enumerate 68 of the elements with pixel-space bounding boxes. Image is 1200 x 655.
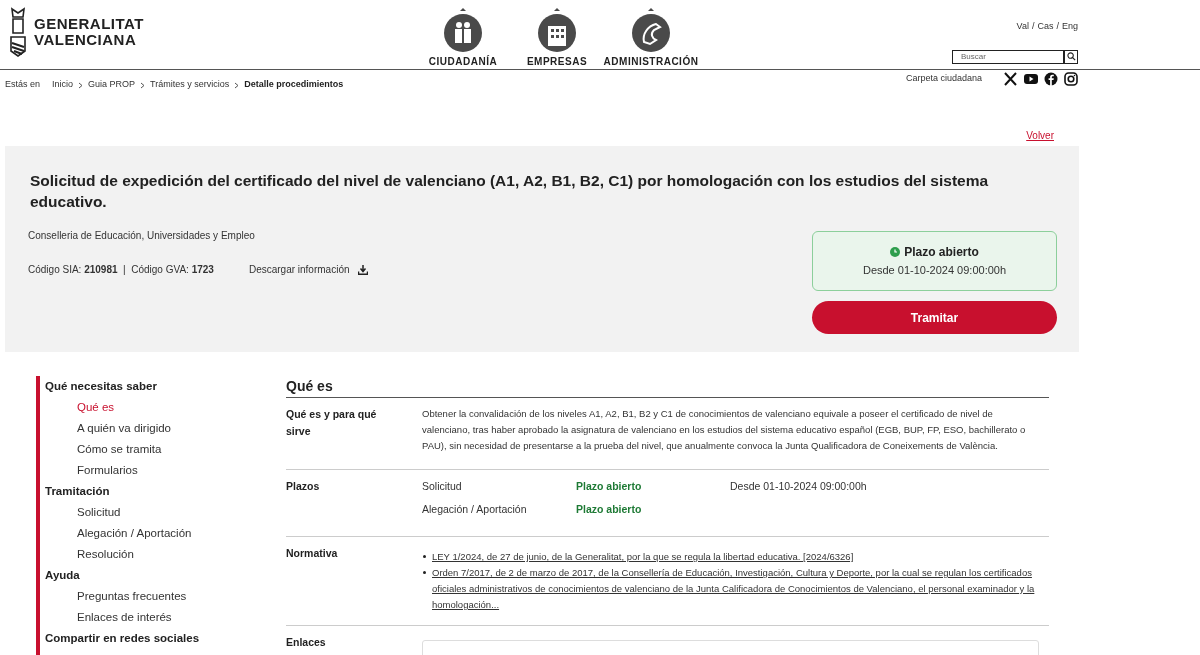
dragon-icon — [632, 8, 670, 52]
instagram-icon[interactable] — [1064, 72, 1078, 86]
sidebar-link[interactable]: Solicitud — [45, 502, 254, 523]
logo-text: VALENCIANA — [34, 32, 138, 48]
language-link[interactable]: Eng — [1062, 20, 1078, 34]
download-icon — [357, 264, 368, 275]
sidebar-link[interactable]: Preguntas frecuentes — [45, 586, 254, 607]
coat-of-arms-icon — [8, 7, 28, 57]
sidebar-heading: Ayuda — [45, 568, 81, 583]
sidebar-link[interactable]: Formularios — [45, 460, 254, 481]
sidebar-link[interactable]: Enlaces de interés — [45, 607, 254, 628]
breadcrumb-link[interactable]: Inicio — [52, 78, 74, 92]
sidebar-link[interactable]: Resolución — [45, 544, 254, 565]
procedure-codes: Código SIA: 210981 | Código GVA: 1723 — [28, 263, 214, 277]
building-icon — [538, 8, 576, 52]
separator: / — [1056, 20, 1059, 33]
chevron-icon — [78, 81, 84, 89]
deadline-status: Plazo abierto — [576, 502, 643, 517]
youtube-icon[interactable] — [1024, 72, 1038, 86]
bullet-icon — [423, 555, 426, 558]
chevron-icon — [140, 81, 146, 89]
regulation-link[interactable]: LEY 1/2024, de 27 de junio, de la Generalitat, por la que se regula la libertad educativa. [2024/6326] — [432, 549, 854, 565]
submit-button[interactable]: Tramitar — [812, 301, 1057, 334]
sidebar-link[interactable]: Alegación / Aportación — [45, 523, 254, 544]
breadcrumb-link[interactable]: Trámites y servicios — [150, 78, 230, 92]
deadline-name: Alegación / Aportación — [422, 502, 528, 517]
back-link[interactable]: Volver — [1026, 128, 1054, 146]
deadline-date: Desde 01-10-2024 09:00:00h — [730, 479, 867, 494]
folder-link[interactable]: Carpeta ciudadana — [905, 72, 982, 86]
download-link[interactable]: Descargar información — [248, 262, 368, 277]
separator: / — [1031, 20, 1035, 33]
breadcrumb-current: Detalle procedimientos — [244, 78, 344, 92]
section-heading: Qué es — [286, 377, 334, 396]
row-label: Normativa — [286, 546, 339, 561]
row-label: Qué es y para qué sirve — [286, 407, 378, 439]
language-link[interactable]: Cas — [1037, 20, 1054, 34]
procedure-title: Solicitud de expedición del certificado del nivel de valenciano (A1, A2, B1, B2, C1) por homologación con los estudios del sistema educativo. — [30, 171, 990, 212]
breadcrumb-label: Estás en — [5, 78, 41, 92]
description-text: Obtener la convalidación de los niveles A1, A2, B1, B2 y C1 de conocimientos de valenciano equivale a poseer el certificado de nivel de valenciano, tras haber aprobado la asignatura de valenciano en los estudios del sistema educativo español (EGB, BUP, FP, ESO, bachillerato o PAU), sin necesidad de presentarse a la prueba del nivel, que anualmente convoca la Junta Qualificadora de Coneixements de València. — [422, 407, 1027, 453]
sidebar-link[interactable]: Qué es — [45, 397, 254, 418]
regulation-link[interactable]: Orden 7/2017, de 2 de marzo de 2017, de la Consellería de Educación, Investigación, Cultura y Deporte, por la cual se regulan los certificados oficiales administrativos de conocimientos de valenciano de la Junta Calificadora de Conocimientos de Valenciano, el personal examinador y la homologación... — [432, 565, 1049, 613]
search-button[interactable] — [1064, 49, 1078, 64]
sidebar-heading: Compartir en redes sociales — [45, 631, 201, 646]
sidebar-heading: Tramitación — [45, 484, 111, 499]
chevron-icon — [234, 81, 240, 89]
nav-link[interactable]: EMPRESAS — [510, 8, 604, 69]
row-label: Plazos — [286, 479, 321, 494]
clock-icon — [890, 247, 901, 258]
status-date: Desde 01-10-2024 09:00:00h — [862, 263, 1007, 279]
status-title: Plazo abierto — [904, 244, 979, 262]
sidebar-link[interactable]: A quién va dirigido — [45, 418, 254, 439]
people-icon — [444, 8, 482, 52]
department-text: Conselleria de Educación, Universidades y Empleo — [28, 229, 256, 243]
search-icon — [1066, 52, 1076, 61]
nav-link[interactable]: ADMINISTRACIÓN — [604, 8, 698, 69]
row-label: Enlaces — [286, 635, 327, 650]
x-icon[interactable] — [1004, 72, 1018, 86]
sidebar-heading: Qué necesitas saber — [45, 379, 158, 394]
search-field[interactable]: Buscar — [952, 49, 1064, 64]
logo-text: GENERALITAT — [34, 16, 144, 32]
breadcrumb-link[interactable]: Guia PROP — [88, 78, 136, 92]
sidebar-link[interactable]: Cómo se tramita — [45, 439, 254, 460]
nav-link[interactable]: CIUDADANÍA — [416, 8, 510, 69]
facebook-icon[interactable] — [1044, 72, 1058, 86]
bullet-icon — [423, 571, 426, 574]
language-link[interactable]: Val — [1016, 20, 1029, 34]
deadline-status: Plazo abierto — [576, 479, 643, 494]
deadline-name: Solicitud — [422, 479, 463, 494]
